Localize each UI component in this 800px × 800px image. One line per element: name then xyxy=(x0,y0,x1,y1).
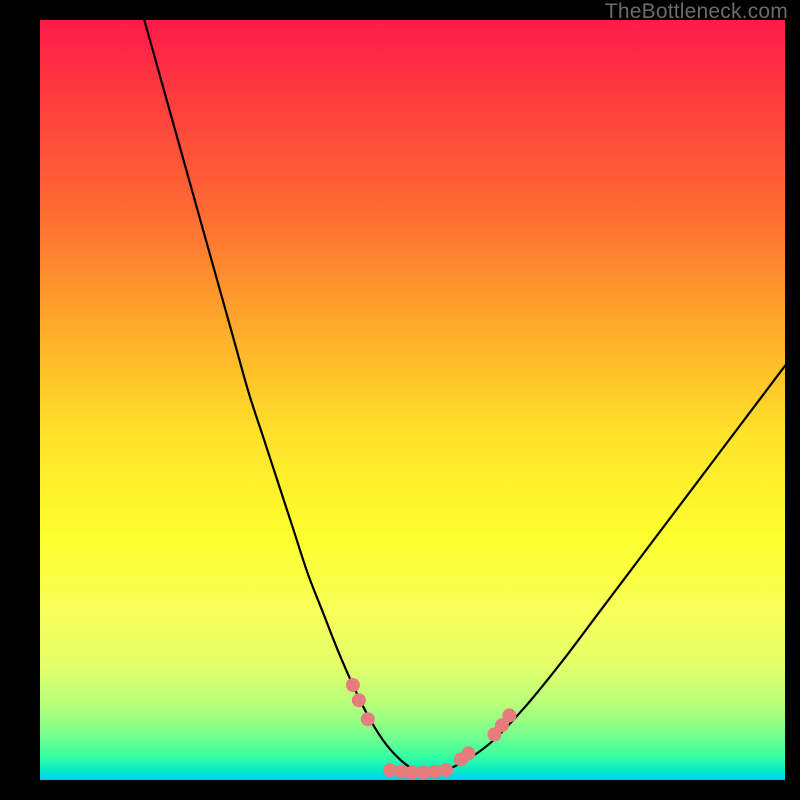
curve-marker xyxy=(502,708,516,722)
plot-area xyxy=(40,20,785,780)
chart-frame: TheBottleneck.com xyxy=(0,0,800,800)
curve-marker xyxy=(346,678,360,692)
bottleneck-curve xyxy=(144,20,785,772)
curve-marker xyxy=(439,763,453,777)
curve-layer xyxy=(40,20,785,780)
curve-marker xyxy=(361,712,375,726)
curve-markers xyxy=(346,678,516,779)
curve-marker xyxy=(352,693,366,707)
watermark-text: TheBottleneck.com xyxy=(605,0,788,24)
curve-marker xyxy=(461,746,475,760)
